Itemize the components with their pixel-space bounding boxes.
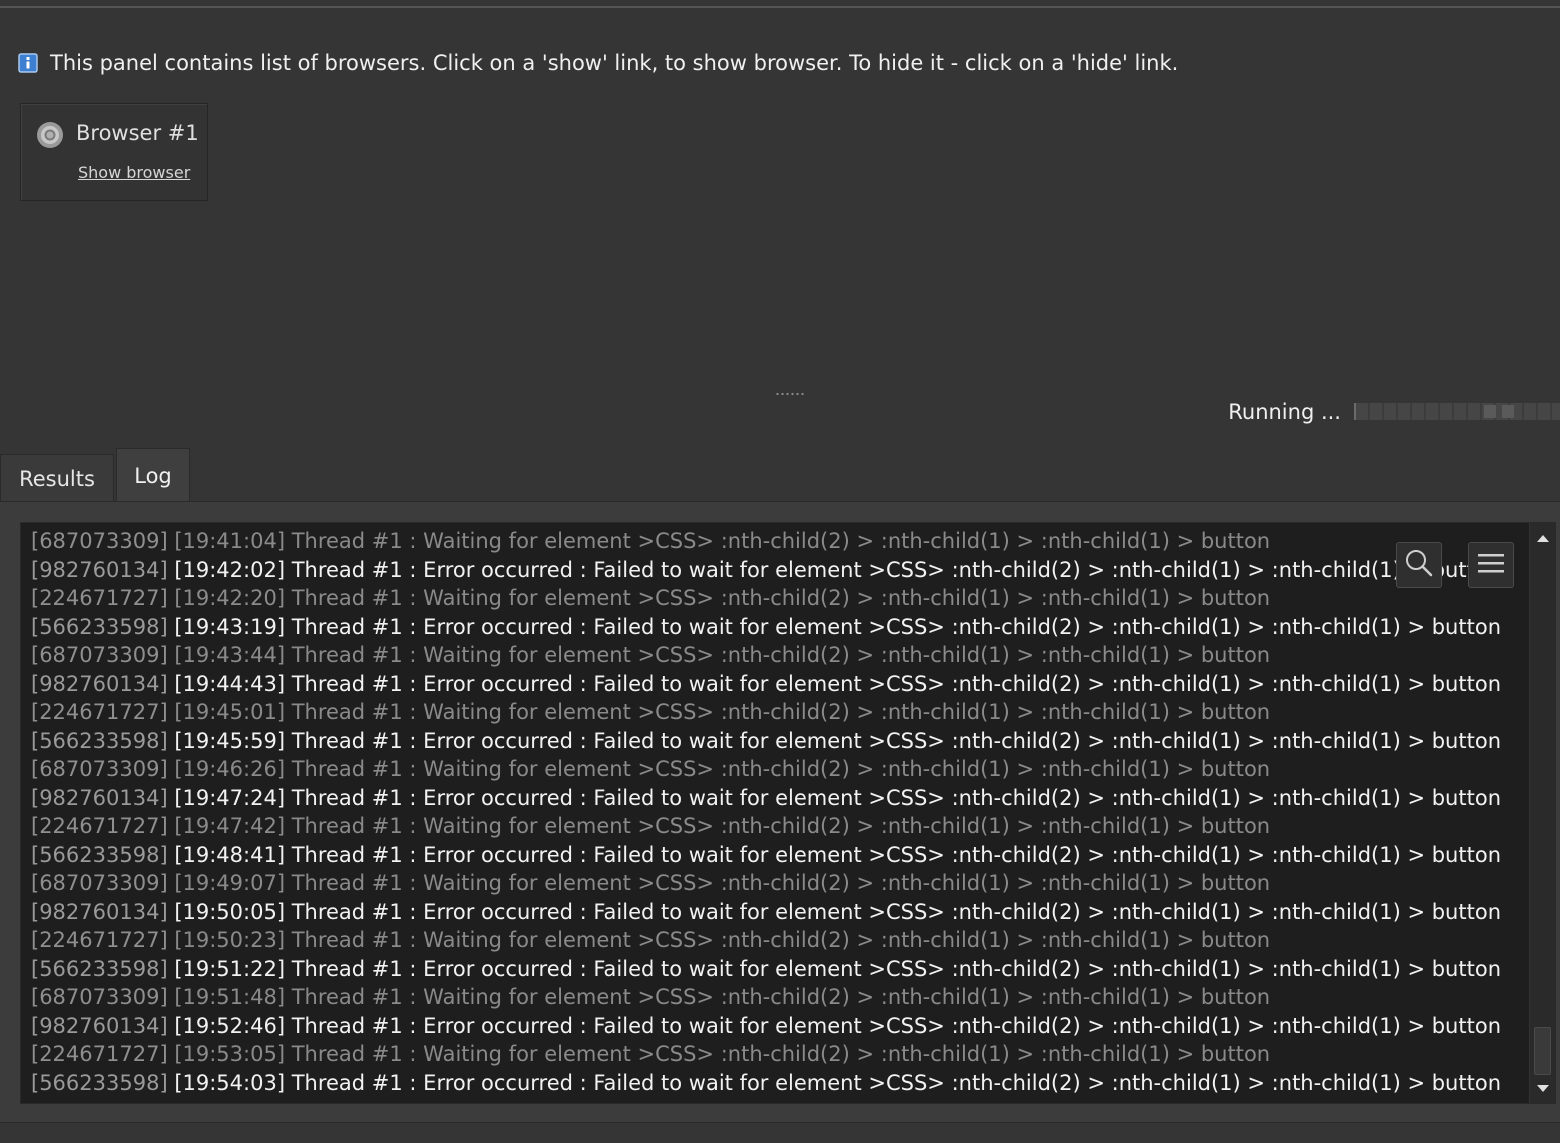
log-line-id: [566233598] — [31, 956, 168, 981]
log-line: [224671727] [19:47:42] Thread #1 : Waiti… — [31, 812, 1511, 841]
log-line-id: [224671727] — [31, 1042, 168, 1066]
log-line: [687073309] [19:43:44] Thread #1 : Waiti… — [31, 641, 1511, 670]
log-line-id: [224671727] — [31, 586, 168, 610]
browser-card: Browser #1 Show browser — [20, 103, 208, 201]
log-line-text: [19:50:05] Thread #1 : Error occurred : … — [167, 899, 1501, 924]
log-line: [224671727] [19:50:23] Thread #1 : Waiti… — [31, 926, 1511, 955]
log-line-id: [566233598] — [31, 842, 168, 867]
log-line-id: [982760134] — [31, 557, 168, 582]
tab-log[interactable]: Log — [116, 448, 190, 502]
log-line: [982760134] [19:47:24] Thread #1 : Error… — [31, 784, 1511, 813]
log-line-text: [19:49:07] Thread #1 : Waiting for eleme… — [167, 871, 1271, 895]
log-line-id: [566233598] — [31, 614, 168, 639]
log-line-text: [19:52:46] Thread #1 : Error occurred : … — [167, 1013, 1501, 1038]
log-line: [224671727] [19:42:20] Thread #1 : Waiti… — [31, 584, 1511, 613]
log-line: [982760134] [19:52:46] Thread #1 : Error… — [31, 1012, 1511, 1041]
browser-icon — [36, 121, 64, 149]
scroll-thumb[interactable] — [1534, 1027, 1551, 1075]
progress-chunk — [1502, 405, 1514, 418]
log-line-text: [19:50:23] Thread #1 : Waiting for eleme… — [167, 928, 1271, 952]
log-line-text: [19:44:43] Thread #1 : Error occurred : … — [167, 671, 1501, 696]
log-line-id: [224671727] — [31, 700, 168, 724]
log-scrollbar[interactable] — [1529, 523, 1555, 1103]
log-line: [566233598] [19:54:03] Thread #1 : Error… — [31, 1069, 1511, 1098]
log-line: [566233598] [19:45:59] Thread #1 : Error… — [31, 727, 1511, 756]
log-line: [224671727] [19:45:01] Thread #1 : Waiti… — [31, 698, 1511, 727]
log-panel: [687073309] [19:41:04] Thread #1 : Waiti… — [0, 502, 1560, 1122]
log-line: [566233598] [19:48:41] Thread #1 : Error… — [31, 841, 1511, 870]
menu-icon — [1476, 551, 1506, 579]
log-line-id: [982760134] — [31, 899, 168, 924]
log-line-text: [19:48:41] Thread #1 : Error occurred : … — [167, 842, 1501, 867]
log-line: [566233598] [19:43:19] Thread #1 : Error… — [31, 613, 1511, 642]
search-icon — [1404, 548, 1434, 582]
menu-button[interactable] — [1468, 542, 1514, 588]
log-line-id: [982760134] — [31, 785, 168, 810]
scroll-down-arrow[interactable] — [1530, 1077, 1555, 1099]
log-line-text: [19:46:26] Thread #1 : Waiting for eleme… — [167, 757, 1271, 781]
top-divider — [0, 6, 1560, 8]
progress-bar — [1354, 403, 1560, 420]
app-window: This panel contains list of browsers. Cl… — [0, 0, 1560, 1143]
tab-bar: Results Log — [0, 448, 1560, 502]
log-line-text: [19:47:42] Thread #1 : Waiting for eleme… — [167, 814, 1271, 838]
log-line-id: [687073309] — [31, 757, 168, 781]
log-line-text: [19:47:24] Thread #1 : Error occurred : … — [167, 785, 1501, 810]
log-line: [982760134] [19:50:05] Thread #1 : Error… — [31, 898, 1511, 927]
log-line-id: [982760134] — [31, 1013, 168, 1038]
log-line-id: [687073309] — [31, 871, 168, 895]
log-line: [687073309] [19:41:04] Thread #1 : Waiti… — [31, 527, 1511, 556]
log-line: [687073309] [19:49:07] Thread #1 : Waiti… — [31, 869, 1511, 898]
log-line-text: [19:43:44] Thread #1 : Waiting for eleme… — [167, 643, 1271, 667]
log-line: [566233598] [19:51:22] Thread #1 : Error… — [31, 955, 1511, 984]
log-line: [982760134] [19:44:43] Thread #1 : Error… — [31, 670, 1511, 699]
progress-chunk — [1484, 405, 1496, 418]
log-line: [982760134] [19:42:02] Thread #1 : Error… — [31, 556, 1511, 585]
log-line-text: [19:41:04] Thread #1 : Waiting for eleme… — [167, 529, 1271, 553]
status-text: Running ... — [1228, 400, 1341, 424]
log-line-id: [566233598] — [31, 728, 168, 753]
search-button[interactable] — [1396, 542, 1442, 588]
log-line-text: [19:54:03] Thread #1 : Error occurred : … — [167, 1070, 1501, 1095]
log-line-text: [19:53:05] Thread #1 : Waiting for eleme… — [167, 1042, 1271, 1066]
log-line-text: [19:42:02] Thread #1 : Error occurred : … — [167, 557, 1501, 582]
info-banner: This panel contains list of browsers. Cl… — [18, 48, 1178, 78]
log-lines: [687073309] [19:41:04] Thread #1 : Waiti… — [31, 527, 1511, 1097]
info-message: This panel contains list of browsers. Cl… — [50, 51, 1179, 75]
log-line-id: [982760134] — [31, 671, 168, 696]
log-line-text: [19:51:48] Thread #1 : Waiting for eleme… — [167, 985, 1271, 1009]
info-icon — [18, 53, 38, 73]
log-line-id: [687073309] — [31, 985, 168, 1009]
log-line-id: [224671727] — [31, 928, 168, 952]
log-line-id: [687073309] — [31, 643, 168, 667]
log-line: [687073309] [19:51:48] Thread #1 : Waiti… — [31, 983, 1511, 1012]
log-line-text: [19:45:01] Thread #1 : Waiting for eleme… — [167, 700, 1271, 724]
bottom-edge — [0, 1122, 1560, 1143]
log-line-id: [224671727] — [31, 814, 168, 838]
log-line-text: [19:51:22] Thread #1 : Error occurred : … — [167, 956, 1501, 981]
log-line-text: [19:43:19] Thread #1 : Error occurred : … — [167, 614, 1501, 639]
show-browser-link[interactable]: Show browser — [78, 163, 190, 182]
tab-results[interactable]: Results — [0, 454, 114, 502]
splitter-handle[interactable] — [775, 392, 805, 396]
log-line-text: [19:42:20] Thread #1 : Waiting for eleme… — [167, 586, 1271, 610]
browser-title: Browser #1 — [76, 121, 199, 145]
log-line-id: [566233598] — [31, 1070, 168, 1095]
log-line: [687073309] [19:46:26] Thread #1 : Waiti… — [31, 755, 1511, 784]
log-view[interactable]: [687073309] [19:41:04] Thread #1 : Waiti… — [20, 522, 1556, 1104]
log-line-text: [19:45:59] Thread #1 : Error occurred : … — [167, 728, 1501, 753]
log-line-id: [687073309] — [31, 529, 168, 553]
scroll-up-arrow[interactable] — [1530, 527, 1555, 549]
log-line: [224671727] [19:53:05] Thread #1 : Waiti… — [31, 1040, 1511, 1069]
